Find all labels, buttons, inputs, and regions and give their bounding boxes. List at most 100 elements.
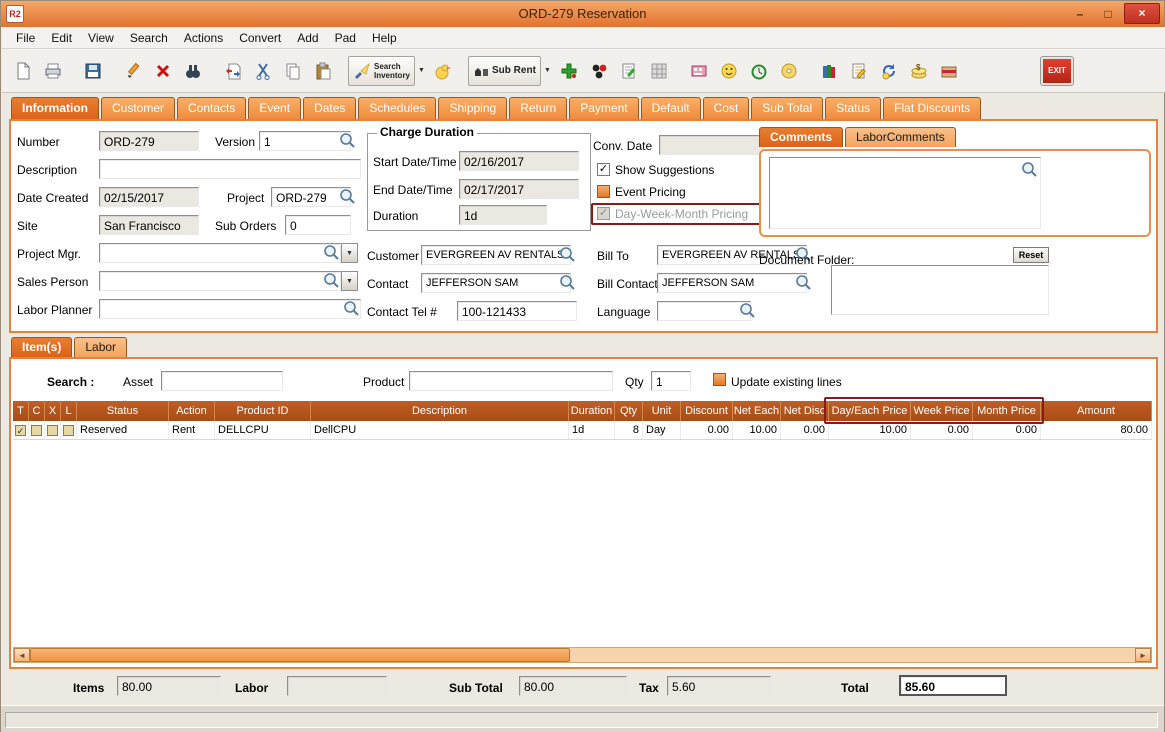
tab-default[interactable]: Default [641,97,701,119]
media-disc-button[interactable] [774,56,804,86]
component-items-button[interactable] [584,56,614,86]
comments-textarea[interactable] [769,157,1041,229]
menu-convert[interactable]: Convert [231,29,289,47]
project-search-icon[interactable] [339,188,355,204]
version-search-icon[interactable] [339,132,355,148]
contact-tel-field[interactable]: 100-121433 [457,301,577,321]
scroll-left-button[interactable]: ◄ [14,648,30,662]
menu-pad[interactable]: Pad [327,29,364,47]
cut-button[interactable] [248,56,278,86]
revert-document-button[interactable] [218,56,248,86]
tab-status[interactable]: Status [825,97,881,119]
menu-add[interactable]: Add [289,29,326,47]
customer-search-icon[interactable] [559,246,575,262]
sales-person-field[interactable] [99,271,341,291]
tab-labor-comments[interactable]: LaborComments [845,127,956,147]
new-document-button[interactable] [8,56,38,86]
customer-field[interactable]: EVERGREEN AV RENTALS [421,245,571,265]
sales-person-search-icon[interactable] [323,272,339,288]
col-t[interactable]: T [13,401,29,421]
tab-schedules[interactable]: Schedules [358,97,436,119]
project-mgr-field[interactable] [99,243,341,263]
menu-search[interactable]: Search [122,29,176,47]
print-layout-button[interactable] [684,56,714,86]
row-c-checkbox[interactable] [31,425,42,436]
find-button[interactable] [178,56,208,86]
search-inventory-button[interactable]: SearchInventory [348,56,415,86]
timer-button[interactable] [744,56,774,86]
search-inventory-dropdown[interactable]: ▼ [415,56,428,86]
grid-button[interactable] [644,56,674,86]
document-folder-box[interactable] [831,265,1049,315]
contact-search-icon[interactable] [559,274,575,290]
currency-refresh-button[interactable] [874,56,904,86]
tab-shipping[interactable]: Shipping [438,97,507,119]
asset-input[interactable] [161,371,283,391]
col-l[interactable]: L [61,401,77,421]
version-field[interactable]: 1 [259,131,351,151]
scrollbar-thumb[interactable] [30,648,570,662]
add-item-button[interactable] [554,56,584,86]
bill-contact-search-icon[interactable] [795,274,811,290]
tab-items[interactable]: Item(s) [11,337,72,357]
comments-search-icon[interactable] [1021,161,1037,177]
edit-note-button[interactable] [614,56,644,86]
col-x[interactable]: X [45,401,61,421]
col-discount[interactable]: Discount [681,401,733,421]
contact-field[interactable]: JEFFERSON SAM [421,273,571,293]
menu-actions[interactable]: Actions [176,29,231,47]
labor-planner-field[interactable] [99,299,361,319]
minimize-button[interactable]: – [1068,4,1092,24]
form-edit-button[interactable] [844,56,874,86]
scroll-right-button[interactable]: ► [1135,648,1151,662]
description-field[interactable] [99,159,361,179]
tab-cost[interactable]: Cost [703,97,750,119]
language-search-icon[interactable] [739,302,755,318]
update-existing-lines-checkbox[interactable] [713,373,726,386]
row-x-checkbox[interactable] [47,425,58,436]
delete-button[interactable] [148,56,178,86]
exit-button[interactable]: EXIT [1041,57,1073,85]
sub-rent-dropdown[interactable]: ▼ [541,56,554,86]
col-status[interactable]: Status [77,401,169,421]
sub-orders-field[interactable]: 0 [285,215,351,235]
col-net-disc[interactable]: Net Disc [781,401,829,421]
col-net-each[interactable]: Net Each [733,401,781,421]
tab-return[interactable]: Return [509,97,567,119]
col-c[interactable]: C [29,401,45,421]
close-button[interactable]: × [1124,3,1160,24]
tab-flat-discounts[interactable]: Flat Discounts [883,97,981,119]
menu-edit[interactable]: Edit [43,29,80,47]
copy-button[interactable] [278,56,308,86]
col-action[interactable]: Action [169,401,215,421]
save-button[interactable] [78,56,108,86]
package-button[interactable] [934,56,964,86]
product-input[interactable] [409,371,613,391]
col-product-id[interactable]: Product ID [215,401,311,421]
ledger-books-button[interactable] [814,56,844,86]
tab-labor[interactable]: Labor [74,337,127,357]
duck-button[interactable] [428,56,458,86]
menu-view[interactable]: View [80,29,122,47]
show-suggestions-checkbox[interactable]: ✓ [597,163,610,176]
row-t-checkbox[interactable]: ✓ [15,425,26,436]
qty-input[interactable]: 1 [651,371,691,391]
tab-dates[interactable]: Dates [303,97,356,119]
event-pricing-checkbox[interactable] [597,185,610,198]
menu-help[interactable]: Help [364,29,405,47]
project-mgr-dropdown[interactable]: ▼ [341,243,358,263]
maximize-button[interactable]: □ [1096,4,1120,24]
tab-event[interactable]: Event [248,97,301,119]
project-mgr-search-icon[interactable] [323,244,339,260]
language-field[interactable] [657,301,751,321]
labor-planner-search-icon[interactable] [343,300,359,316]
bill-contact-field[interactable]: JEFFERSON SAM [657,273,807,293]
sub-rent-button[interactable]: Sub Rent [468,56,541,86]
menu-file[interactable]: File [8,29,43,47]
reset-button[interactable]: Reset [1013,247,1049,263]
money-button[interactable]: $ [904,56,934,86]
col-qty[interactable]: Qty [615,401,643,421]
tab-information[interactable]: Information [11,97,99,119]
tab-contacts[interactable]: Contacts [177,97,246,119]
print-button[interactable] [38,56,68,86]
